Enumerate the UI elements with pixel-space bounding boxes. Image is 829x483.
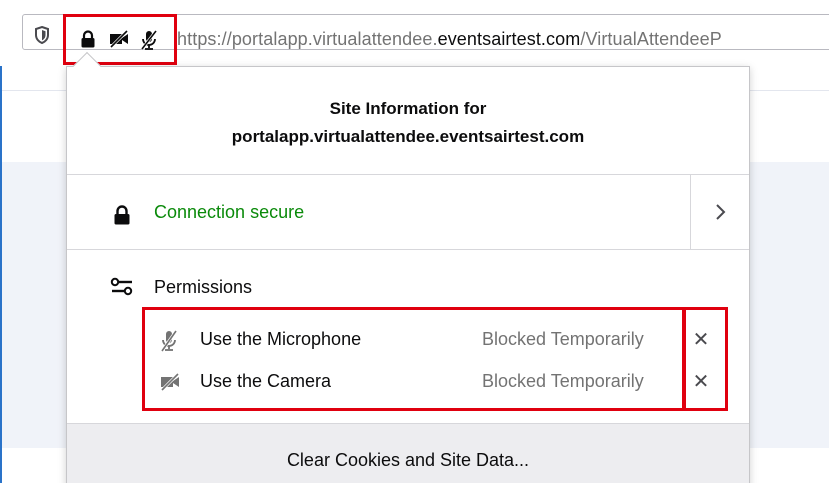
site-information-panel: Site Information for portalapp.virtualat… bbox=[66, 66, 750, 483]
divider bbox=[690, 175, 691, 249]
browser-toolbar: https://portalapp.virtualattendee.events… bbox=[0, 0, 829, 66]
permissions-icon bbox=[110, 277, 133, 296]
separator bbox=[67, 249, 749, 250]
url-suffix: /VirtualAttendeeP bbox=[580, 29, 722, 49]
panel-header: Site Information for portalapp.virtualat… bbox=[67, 67, 749, 174]
lock-icon bbox=[114, 205, 130, 225]
permissions-highlight-box bbox=[142, 307, 686, 411]
remove-buttons-highlight-box bbox=[682, 307, 728, 411]
panel-title: Site Information for bbox=[329, 99, 487, 118]
tracking-protection-shield-icon[interactable] bbox=[34, 26, 50, 44]
panel-footer: Clear Cookies and Site Data... bbox=[67, 423, 749, 483]
chevron-right-icon[interactable] bbox=[707, 199, 733, 225]
url-prefix: https://portalapp.virtualattendee. bbox=[177, 29, 438, 49]
page-edge bbox=[0, 66, 2, 483]
url-text[interactable]: https://portalapp.virtualattendee.events… bbox=[177, 28, 722, 50]
clear-cookies-button[interactable]: Clear Cookies and Site Data... bbox=[67, 450, 749, 471]
connection-row[interactable]: Connection secure bbox=[67, 175, 749, 249]
connection-status: Connection secure bbox=[154, 202, 305, 222]
url-domain: eventsairtest.com bbox=[437, 29, 581, 49]
panel-host: portalapp.virtualattendee.eventsairtest.… bbox=[231, 127, 585, 146]
permissions-label: Permissions bbox=[154, 277, 253, 297]
